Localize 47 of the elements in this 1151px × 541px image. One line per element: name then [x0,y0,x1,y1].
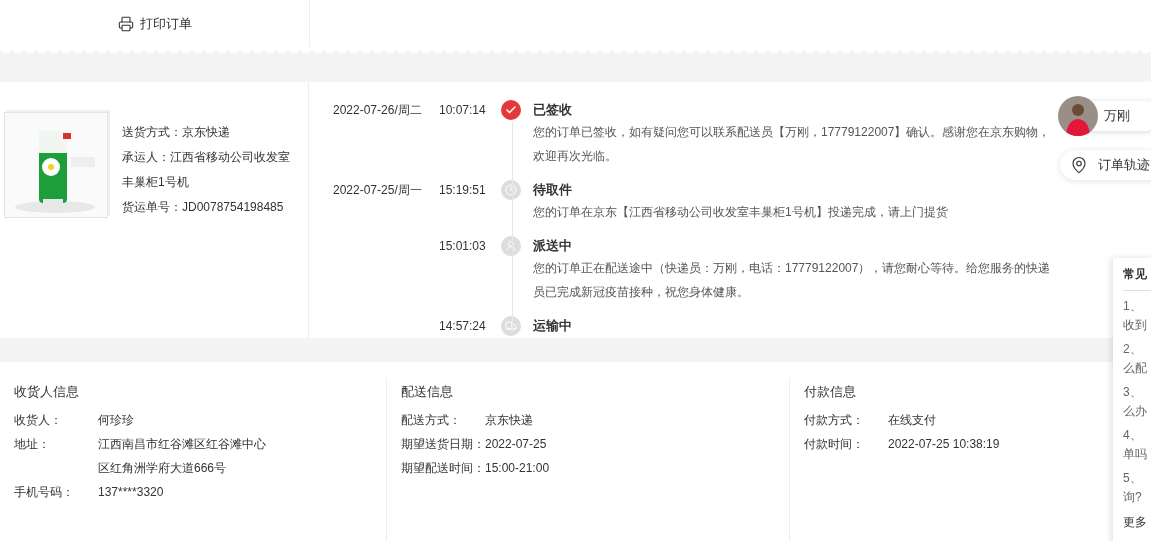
faq-link[interactable]: 3、 么办 [1123,383,1147,421]
faq-link[interactable]: 4、 单吗 [1123,426,1147,464]
tracking-time: 10:07:14 [439,102,487,119]
section-title: 收货人信息 [14,383,79,401]
tracking-date: 2022-07-25/周一 [333,182,423,199]
tracking-status: 派送中 [533,237,573,255]
tracking-status: 待取件 [533,181,573,199]
info-label: 付款方式： [804,412,865,429]
tracking-description: 您的订单在京东【江西省移动公司收发室丰巢柜1号机】投递完成，请上门提货 [533,204,949,221]
tracking-time: 14:57:24 [439,318,487,335]
courier-avatar [1058,96,1098,136]
faq-link[interactable]: 1、 收到 [1123,297,1147,335]
info-label: 期望配送时间： [401,460,485,477]
info-value: 何珍珍 [98,412,135,429]
info-value: 京东快递 [485,412,534,429]
info-value: 15:00-21:00 [485,460,551,477]
section-title: 配送信息 [401,383,453,401]
tracking-time: 15:01:03 [439,238,487,255]
tracking-description: 您的订单已签收，如有疑问您可以联系配送员【万刚，17779122007】确认。感谢您在京东购物，欢迎再次光临。 [533,124,1052,165]
info-label: 地址： [14,436,51,453]
tracking-status: 已签收 [533,101,573,119]
info-value: 2022-07-25 [485,436,548,453]
print-order-button[interactable]: 打印订单 [113,12,196,35]
info-label: 配送方式： [401,412,462,429]
info-label: 付款时间： [804,436,865,453]
info-value: 2022-07-25 10:38:19 [888,436,1001,453]
location-pin-icon [1070,156,1088,174]
tracking-date: 2022-07-26/周二 [333,102,423,119]
tracking-description: 您的订单正在配送途中（快递员：万刚，电话：17779122007），请您耐心等待。给您服务的快递员已完成新冠疫苗接种，祝您身体健康。 [533,260,1052,301]
faq-link[interactable]: 5、 询? [1123,469,1142,507]
shipment-detail: 送货方式：京东快递 [122,124,231,141]
info-label: 期望送货日期： [401,436,485,453]
info-value: 在线支付 [888,412,937,429]
more-link[interactable]: 更多 [1123,512,1147,532]
info-value: 137****3320 [98,484,165,501]
tracking-status: 运输中 [533,317,573,335]
printer-icon [117,15,134,32]
tracking-time: 15:19:51 [439,182,487,199]
order-tracking-button[interactable]: 订单轨迹 [1060,150,1151,180]
shipment-detail: 货运单号：JD0078754198485 [122,199,285,216]
info-label: 手机号码： [14,484,75,501]
info-label: 收货人： [14,412,63,429]
faq-title: 常见 [1123,264,1151,291]
faq-link[interactable]: 2、 么配 [1123,340,1147,378]
shipment-detail: 承运人：江西省移动公司收发室丰巢柜1号机 [122,149,291,191]
info-value: 江西南昌市红谷滩区红谷滩中心区红角洲学府大道666号 [98,436,267,477]
section-title: 付款信息 [804,383,856,401]
